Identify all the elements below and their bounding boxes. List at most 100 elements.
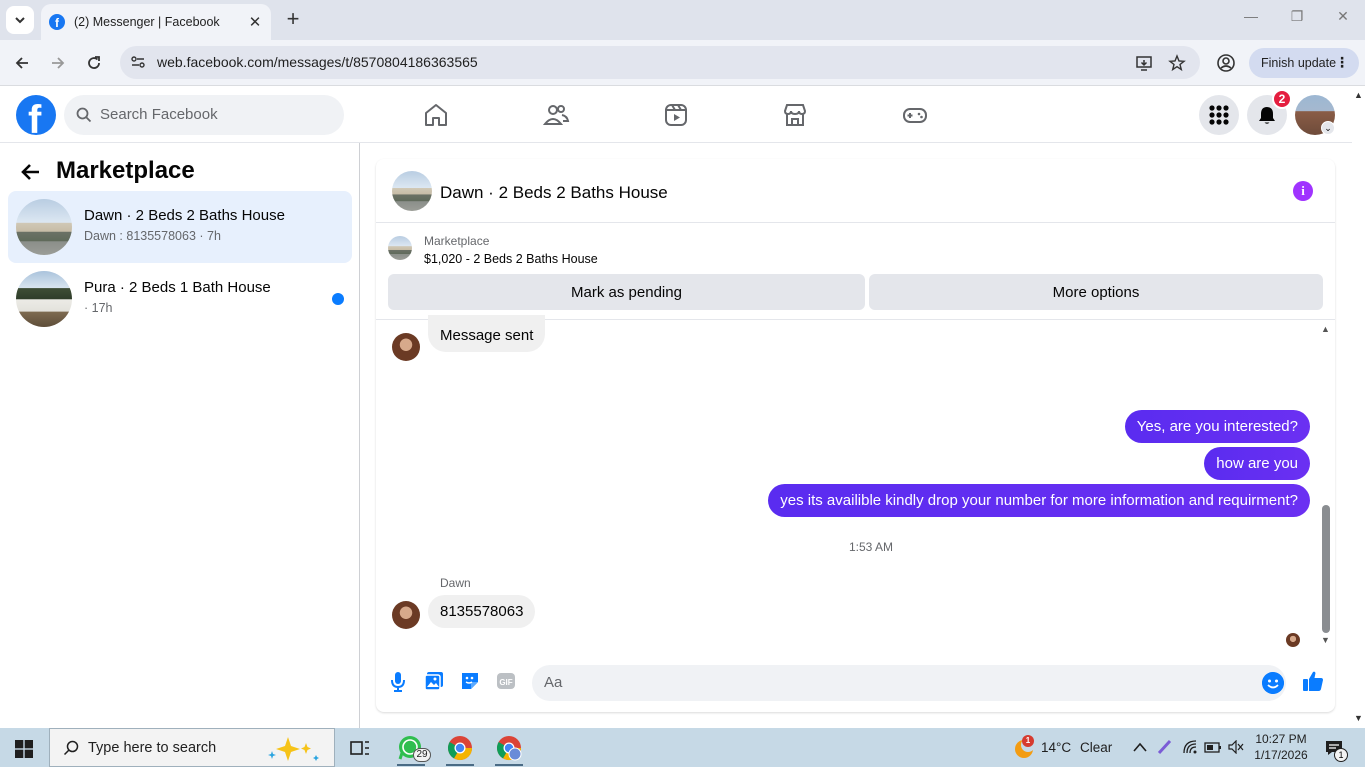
more-options-button[interactable]: More options (869, 274, 1323, 310)
weather-alert-badge: 1 (1022, 735, 1034, 747)
sender-avatar[interactable] (392, 601, 420, 629)
conversation-item-dawn[interactable]: Dawn · 2 Beds 2 Baths House Dawn : 81355… (8, 191, 352, 263)
info-icon[interactable]: i (1293, 181, 1313, 201)
forward-button[interactable] (47, 52, 69, 74)
incoming-message[interactable]: Message sent (428, 315, 546, 352)
sticker-icon[interactable] (459, 670, 481, 692)
chrome-icon[interactable] (446, 734, 474, 762)
wifi-icon[interactable] (1182, 739, 1198, 755)
home-icon[interactable] (422, 101, 450, 129)
chrome-profile-icon[interactable] (495, 734, 523, 762)
conversation-preview: · 17h (84, 301, 113, 315)
clock-date: 1/17/2026 (1254, 748, 1308, 762)
clock-time: 10:27 PM (1255, 732, 1307, 746)
listing-thumbnail-small (388, 236, 412, 260)
grid-menu-icon (1209, 105, 1229, 125)
outgoing-message[interactable]: how are you (1204, 447, 1310, 480)
reload-button[interactable] (83, 52, 105, 74)
pen-icon[interactable] (1156, 738, 1174, 756)
notification-center-button[interactable]: 1 (1324, 738, 1348, 762)
close-window-button[interactable]: ✕ (1328, 8, 1358, 25)
back-button[interactable] (11, 52, 33, 74)
finish-update-label: Finish update (1261, 56, 1337, 70)
svg-text:GIF: GIF (499, 678, 512, 687)
windows-taskbar: Type here to search 29 1 14°C Clear 10:2… (0, 728, 1365, 767)
windows-start-icon[interactable] (15, 740, 33, 758)
taskbar-search-input[interactable]: Type here to search (49, 728, 335, 767)
menu-button[interactable] (1199, 95, 1239, 135)
notification-count-badge: 1 (1334, 748, 1348, 762)
browser-tab-messenger[interactable]: f (2) Messenger | Facebook ✕ (41, 4, 271, 40)
photo-gallery-icon[interactable] (423, 670, 445, 692)
system-clock[interactable]: 10:27 PM 1/17/2026 (1254, 731, 1308, 763)
scroll-up-icon[interactable]: ▲ (1321, 324, 1330, 334)
marketplace-icon[interactable] (781, 101, 809, 129)
minimize-window-button[interactable]: — (1236, 8, 1266, 24)
video-icon[interactable] (662, 101, 690, 129)
listing-label: Marketplace (424, 234, 490, 248)
facebook-search-input[interactable]: Search Facebook (64, 95, 344, 135)
message-composer: GIF Aa (376, 656, 1335, 712)
weather-widget[interactable]: 1 (1012, 735, 1036, 760)
page-scroll-down-icon[interactable]: ▼ (1354, 713, 1363, 723)
arrow-left-icon[interactable] (20, 161, 42, 183)
url-text: web.facebook.com/messages/t/857080418636… (157, 54, 478, 70)
mark-as-pending-button[interactable]: Mark as pending (388, 274, 865, 310)
whatsapp-app[interactable]: 29 (397, 734, 431, 762)
weather-condition[interactable]: Clear (1080, 740, 1112, 755)
chat-title[interactable]: Dawn · 2 Beds 2 Baths House (440, 183, 668, 203)
message-list[interactable]: Message sent Yes, are you interested? ho… (376, 315, 1335, 656)
incoming-message[interactable]: 8135578063 (428, 595, 536, 628)
copilot-sparkle-icon[interactable] (264, 735, 328, 763)
active-app-indicator (397, 764, 425, 766)
chat-listing-avatar[interactable] (392, 171, 432, 211)
seen-receipt-avatar (1286, 633, 1300, 647)
unread-dot (332, 293, 344, 305)
site-settings-icon[interactable] (130, 54, 146, 70)
browser-toolbar: web.facebook.com/messages/t/857080418636… (0, 40, 1365, 86)
battery-icon[interactable] (1204, 740, 1222, 754)
restore-window-button[interactable]: ❐ (1282, 8, 1312, 25)
friends-icon[interactable] (542, 101, 570, 129)
finish-update-button[interactable]: Finish update ⋮ (1249, 48, 1359, 78)
gif-icon[interactable]: GIF (495, 670, 517, 692)
scrollbar-thumb[interactable] (1322, 505, 1330, 633)
message-input[interactable]: Aa (532, 665, 1286, 701)
show-hidden-icons-icon[interactable] (1133, 741, 1147, 753)
notification-count-badge: 2 (1272, 89, 1292, 109)
scroll-down-icon[interactable]: ▼ (1321, 635, 1330, 645)
whatsapp-unread-badge: 29 (413, 748, 431, 762)
reload-icon (88, 56, 100, 69)
facebook-favicon-icon: f (49, 14, 65, 30)
arrow-left-icon (15, 57, 28, 69)
tab-search-button[interactable] (6, 6, 34, 34)
browser-profile-icon[interactable] (1216, 53, 1236, 73)
active-app-indicator (495, 764, 523, 766)
gaming-icon[interactable] (901, 101, 929, 129)
chat-scrollbar[interactable]: ▲ ▼ (1320, 321, 1332, 656)
volume-muted-icon[interactable] (1228, 740, 1244, 754)
page-scroll-up-icon[interactable]: ▲ (1354, 90, 1363, 100)
arrow-right-icon (52, 57, 65, 69)
new-tab-button[interactable]: + (282, 8, 304, 30)
facebook-logo-icon[interactable]: f (16, 95, 56, 135)
listing-thumbnail (16, 271, 72, 327)
thumbs-up-icon[interactable] (1301, 669, 1325, 693)
outgoing-message[interactable]: Yes, are you interested? (1124, 410, 1310, 443)
address-bar[interactable]: web.facebook.com/messages/t/857080418636… (120, 46, 1200, 79)
bell-icon (1259, 107, 1275, 124)
microphone-icon[interactable] (387, 670, 409, 692)
conversation-item-pura[interactable]: Pura · 2 Beds 1 Bath House · 17h (8, 263, 352, 335)
listing-price[interactable]: $1,020 - 2 Beds 2 Baths House (424, 252, 598, 266)
outgoing-message[interactable]: yes its availible kindly drop your numbe… (768, 484, 1310, 517)
sender-avatar[interactable] (392, 333, 420, 361)
task-view-icon[interactable] (346, 734, 374, 762)
temperature[interactable]: 14°C (1041, 740, 1071, 755)
message-timestamp: 1:53 AM (848, 540, 894, 554)
install-app-icon[interactable] (1135, 54, 1153, 72)
bookmark-star-icon[interactable] (1168, 54, 1186, 72)
account-chevron-icon[interactable]: ⌄ (1321, 121, 1335, 135)
marketplace-inbox-sidebar: Marketplace Dawn · 2 Beds 2 Baths House … (0, 143, 360, 728)
emoji-icon[interactable] (1262, 672, 1284, 694)
close-tab-icon[interactable]: ✕ (247, 13, 263, 31)
